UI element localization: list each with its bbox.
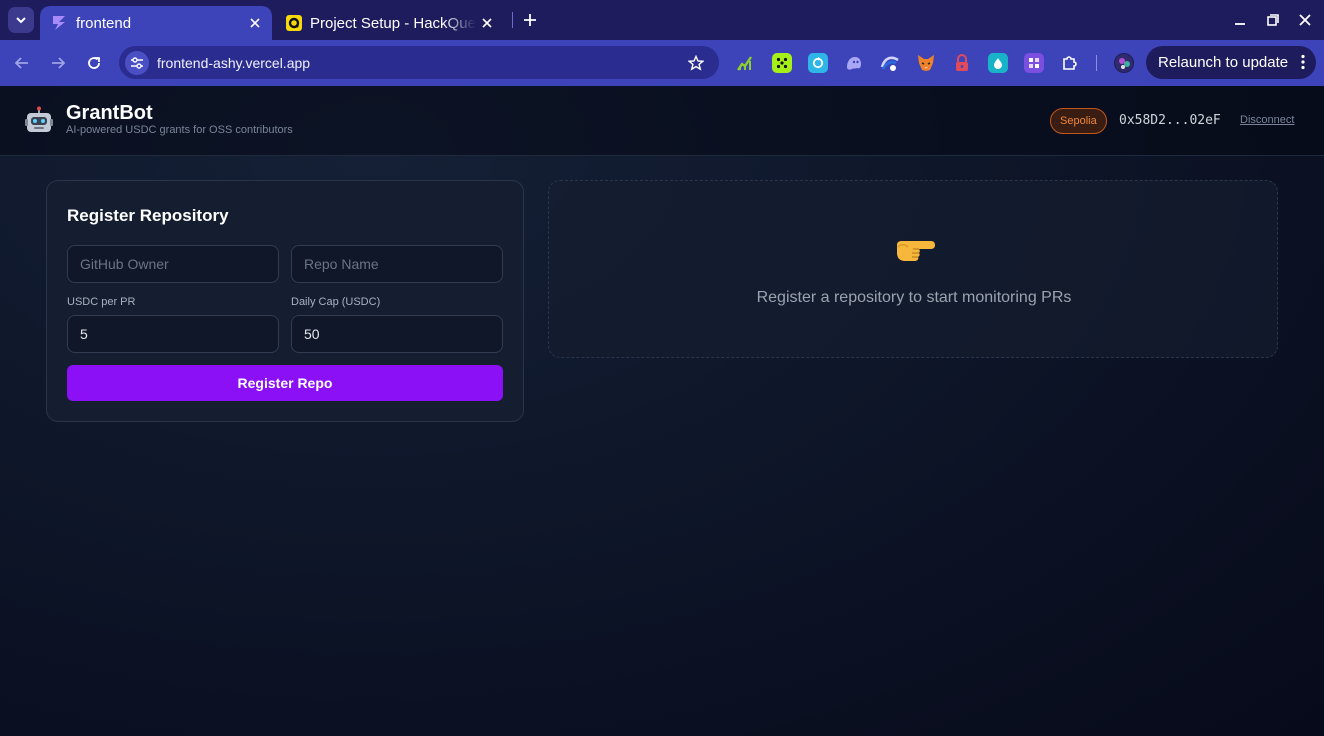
github-owner-input[interactable]: GitHub Owner (67, 245, 279, 283)
avatar-icon (1115, 54, 1133, 72)
tab-project-setup[interactable]: Project Setup - HackQuest (278, 6, 504, 40)
robot-icon (25, 106, 53, 132)
tab-title: Project Setup - HackQuest (310, 14, 476, 32)
lock-extension-icon (956, 54, 968, 71)
close-tab-button[interactable] (476, 12, 498, 34)
fox-wallet-button[interactable] (916, 53, 936, 73)
usdc-per-pr-label: USDC per PR (67, 296, 136, 308)
address-bar[interactable]: frontend-ashy.vercel.app (119, 46, 719, 79)
close-icon (250, 18, 260, 28)
chevron-down-icon (16, 17, 26, 24)
tab-search-button[interactable] (8, 7, 34, 33)
arrow-left-icon (14, 57, 28, 69)
minimize-button[interactable] (1230, 10, 1250, 30)
network-badge: Sepolia (1050, 108, 1107, 134)
app-tagline: AI-powered USDC grants for OSS contribut… (66, 124, 293, 136)
close-tab-button[interactable] (244, 12, 266, 34)
minimize-icon (1235, 23, 1245, 25)
register-repository-card: Register Repository GitHub Owner Repo Na… (46, 180, 524, 422)
arc-extension-icon (880, 56, 899, 71)
tune-icon (131, 56, 143, 69)
more-vertical-icon (1301, 54, 1305, 70)
profile-button[interactable] (1114, 53, 1134, 73)
restore-icon (1267, 14, 1279, 26)
puzzle-box-extension-icon (1029, 58, 1039, 68)
wallet-address: 0x58D2...02eF (1119, 113, 1221, 128)
forward-button[interactable] (47, 52, 69, 74)
puzzle-icon (1063, 56, 1077, 70)
arc-extension-button[interactable] (880, 53, 900, 73)
ghost-extension-button[interactable] (844, 53, 864, 73)
repo-name-input[interactable]: Repo Name (291, 245, 503, 283)
refresh-extension-button[interactable] (808, 53, 828, 73)
close-icon (1299, 14, 1311, 26)
app-title: GrantBot (66, 102, 153, 124)
app-header: GrantBot AI-powered USDC grants for OSS … (0, 86, 1324, 156)
empty-state-panel: Register a repository to start monitorin… (548, 180, 1278, 358)
close-icon (482, 18, 492, 28)
plus-icon (524, 14, 536, 26)
tab-title: frontend (76, 14, 132, 32)
empty-state-message: Register a repository to start monitorin… (756, 289, 1072, 306)
register-repo-button[interactable]: Register Repo (67, 365, 503, 401)
tab-divider (512, 12, 513, 28)
bolt-icon (53, 16, 65, 30)
back-button[interactable] (11, 52, 33, 74)
daily-cap-input[interactable]: 50 (291, 315, 503, 353)
browser-toolbar: frontend-ashy.vercel.app Relaunch to upd… (0, 40, 1324, 86)
pointing-hand-icon (897, 241, 935, 261)
drop-extension-icon (994, 58, 1002, 69)
new-tab-button[interactable] (519, 9, 541, 31)
bookmark-button[interactable] (684, 51, 708, 75)
puzzle-box-extension-button[interactable] (1024, 53, 1044, 73)
ghost-extension-icon (847, 57, 861, 70)
fox-wallet-icon (918, 55, 934, 71)
restore-button[interactable] (1263, 10, 1283, 30)
extensions-menu-button[interactable] (1060, 53, 1080, 73)
refresh-extension-icon (812, 57, 824, 69)
star-icon (688, 54, 704, 71)
url-text: frontend-ashy.vercel.app (157, 54, 311, 71)
page: GrantBot AI-powered USDC grants for OSS … (0, 86, 1324, 736)
hackquest-icon (286, 15, 302, 31)
dice-extension-button[interactable] (772, 53, 792, 73)
daily-cap-label: Daily Cap (USDC) (291, 296, 381, 308)
reload-button[interactable] (83, 52, 105, 74)
card-title: Register Repository (67, 206, 229, 225)
tab-frontend[interactable]: frontend (40, 6, 272, 40)
dice-extension-icon (776, 57, 788, 69)
reload-icon (88, 57, 100, 69)
site-info-button[interactable] (125, 50, 149, 75)
close-window-button[interactable] (1295, 10, 1315, 30)
chart-extension-icon (737, 56, 752, 71)
relaunch-to-update-button[interactable]: Relaunch to update (1146, 46, 1316, 79)
usdc-per-pr-input[interactable]: 5 (67, 315, 279, 353)
drop-extension-button[interactable] (988, 53, 1008, 73)
lock-extension-button[interactable] (952, 53, 972, 73)
chart-extension-button[interactable] (735, 53, 755, 73)
relaunch-label: Relaunch to update (1158, 54, 1289, 71)
toolbar-divider (1096, 55, 1097, 71)
arrow-right-icon (52, 57, 66, 69)
browser-tab-strip: frontend Project Setup - HackQuest (0, 0, 1324, 40)
disconnect-link[interactable]: Disconnect (1240, 114, 1294, 126)
